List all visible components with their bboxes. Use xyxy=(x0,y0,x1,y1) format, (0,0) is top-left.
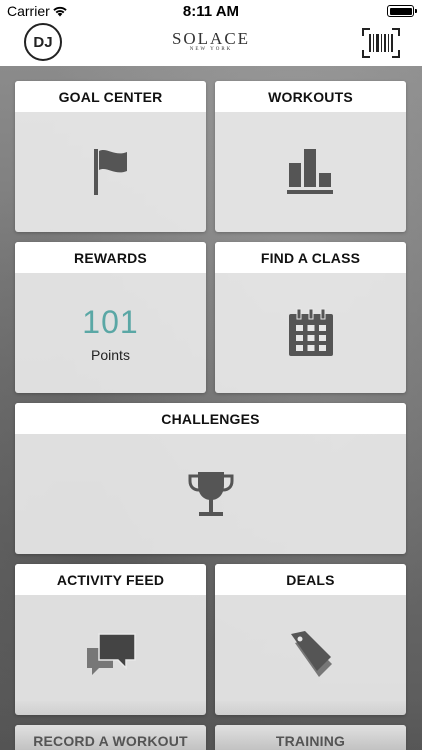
record-a-workout-title: RECORD A WORKOUT xyxy=(15,725,206,750)
rewards-title: REWARDS xyxy=(15,242,206,273)
challenges-tile[interactable]: CHALLENGES xyxy=(15,403,406,554)
barcode-button[interactable] xyxy=(362,28,400,58)
chat-bubbles-icon xyxy=(86,633,136,675)
training-title: TRAINING xyxy=(215,725,406,750)
barcode-icon xyxy=(362,28,400,58)
battery-icon xyxy=(387,5,417,17)
workouts-title: WORKOUTS xyxy=(215,81,406,112)
record-a-workout-tile[interactable]: RECORD A WORKOUT xyxy=(15,725,206,750)
find-a-class-tile[interactable]: FIND A CLASS xyxy=(215,242,406,393)
status-bar: Carrier 8:11 AM xyxy=(0,0,422,22)
rewards-points-label: Points xyxy=(91,346,130,363)
rewards-points-value: 101 xyxy=(82,303,139,340)
challenges-title: CHALLENGES xyxy=(15,403,406,434)
brand-logo: SOLACE NEW YORK xyxy=(0,29,422,52)
workouts-tile[interactable]: WORKOUTS xyxy=(215,81,406,232)
activity-feed-title: ACTIVITY FEED xyxy=(15,564,206,595)
flag-icon xyxy=(93,149,127,195)
find-a-class-title: FIND A CLASS xyxy=(215,242,406,273)
deals-title: DEALS xyxy=(215,564,406,595)
training-tile[interactable]: TRAINING xyxy=(215,725,406,750)
app-header: DJ SOLACE NEW YORK xyxy=(0,22,422,66)
trophy-icon xyxy=(188,472,233,516)
tag-icon xyxy=(290,631,332,677)
brand-name: SOLACE xyxy=(171,29,251,48)
goal-center-title: GOAL CENTER xyxy=(15,81,206,112)
status-time: 8:11 AM xyxy=(182,3,240,20)
goal-center-tile[interactable]: GOAL CENTER xyxy=(15,81,206,232)
activity-feed-tile[interactable]: ACTIVITY FEED xyxy=(15,564,206,715)
brand-subtitle: NEW YORK xyxy=(189,47,233,52)
rewards-tile[interactable]: REWARDS 101 Points xyxy=(15,242,206,393)
bar-chart-icon xyxy=(286,149,333,194)
calendar-icon xyxy=(288,308,333,356)
deals-tile[interactable]: DEALS xyxy=(215,564,406,715)
